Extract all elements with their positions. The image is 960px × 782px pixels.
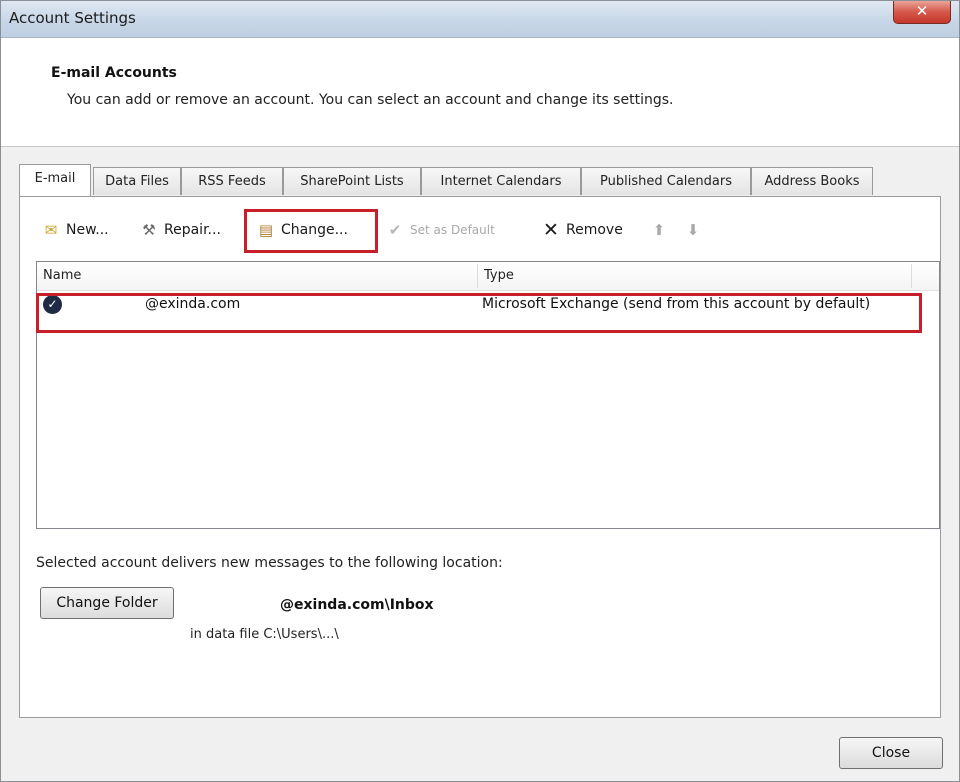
account-row-highlight-box xyxy=(36,293,922,333)
change-highlight-box xyxy=(244,209,378,253)
set-default-button[interactable]: ✔ Set as Default xyxy=(384,217,495,243)
window-close-button[interactable]: ✕ xyxy=(893,1,951,24)
column-separator xyxy=(477,264,478,288)
repair-button[interactable]: ⚒ Repair... xyxy=(138,217,221,243)
move-up-button[interactable]: ⬆ xyxy=(648,217,670,243)
move-down-button[interactable]: ⬇ xyxy=(682,217,704,243)
column-separator xyxy=(911,264,912,288)
arrow-down-icon: ⬇ xyxy=(686,221,700,239)
account-settings-window: Account Settings ✕ E-mail Accounts You c… xyxy=(0,0,960,782)
tab-rss-feeds[interactable]: RSS Feeds xyxy=(181,167,283,195)
remove-button[interactable]: ✕ Remove xyxy=(540,217,623,243)
new-label: New... xyxy=(66,222,109,238)
email-tab-panel: ✉ New... ⚒ Repair... ▤ Change... ✔ Set a… xyxy=(19,196,941,718)
tab-data-files[interactable]: Data Files xyxy=(93,167,181,195)
repair-tools-icon: ⚒ xyxy=(142,221,156,239)
title-bar: Account Settings ✕ xyxy=(1,1,959,38)
arrow-up-icon: ⬆ xyxy=(652,221,666,239)
dialog-header: E-mail Accounts You can add or remove an… xyxy=(1,38,959,147)
list-header: Name Type xyxy=(37,262,939,291)
window-title: Account Settings xyxy=(9,9,136,27)
tab-published-calendars[interactable]: Published Calendars xyxy=(581,167,751,195)
remove-label: Remove xyxy=(566,222,623,238)
change-folder-button[interactable]: Change Folder xyxy=(40,587,174,619)
delivery-location-label: Selected account delivers new messages t… xyxy=(36,555,503,571)
section-description: You can add or remove an account. You ca… xyxy=(67,92,674,108)
tab-internet-calendars[interactable]: Internet Calendars xyxy=(421,167,581,195)
delivery-folder-path: @exinda.com\Inbox xyxy=(280,597,434,613)
tab-address-books[interactable]: Address Books xyxy=(751,167,873,195)
repair-label: Repair... xyxy=(164,222,221,238)
check-circle-icon: ✔ xyxy=(388,221,402,239)
column-type[interactable]: Type xyxy=(484,268,514,283)
tab-sharepoint-lists[interactable]: SharePoint Lists xyxy=(283,167,421,195)
set-default-label: Set as Default xyxy=(410,223,495,237)
new-account-icon: ✉ xyxy=(44,221,58,239)
new-button[interactable]: ✉ New... xyxy=(40,217,109,243)
section-title: E-mail Accounts xyxy=(51,65,177,81)
accounts-toolbar: ✉ New... ⚒ Repair... ▤ Change... ✔ Set a… xyxy=(20,197,940,263)
data-file-path: in data file C:\Users\...\ xyxy=(190,627,339,642)
remove-x-icon: ✕ xyxy=(543,219,559,241)
column-name[interactable]: Name xyxy=(43,268,81,283)
close-button[interactable]: Close xyxy=(839,737,943,769)
tab-email[interactable]: E-mail xyxy=(19,164,91,196)
